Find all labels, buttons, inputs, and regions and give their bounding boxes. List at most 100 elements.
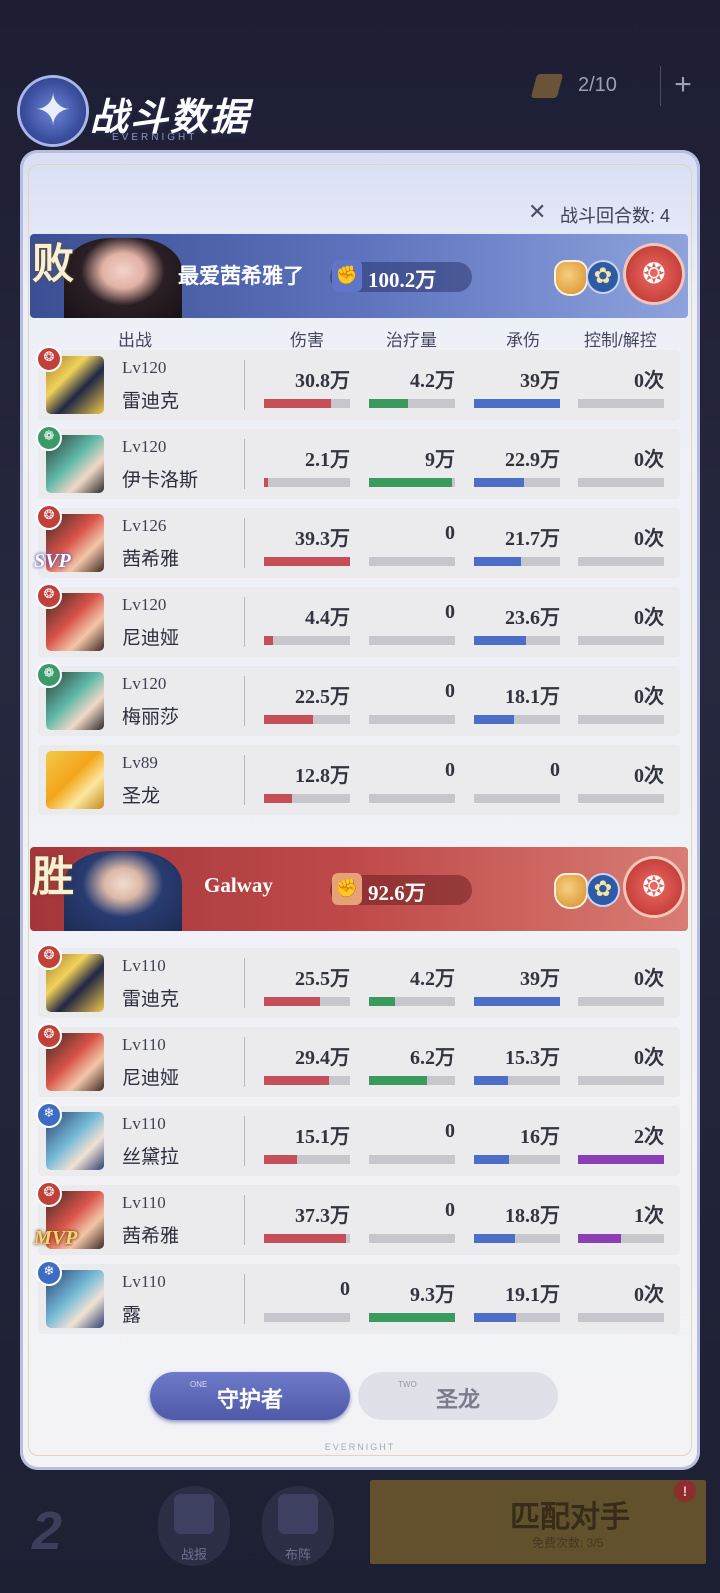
- add-ticket-button[interactable]: +: [660, 66, 705, 106]
- hero-row[interactable]: ❂ Lv120 雷迪克 30.8万 4.2万 39万 0次: [36, 346, 680, 420]
- heal-value: 0: [445, 522, 455, 544]
- damage-stat: 39.3万: [264, 520, 350, 566]
- tank-bar: [474, 636, 560, 645]
- damage-bar: [264, 1155, 350, 1164]
- damage-stat: 37.3万: [264, 1197, 350, 1243]
- hero-row[interactable]: Lv89 圣龙 12.8万 0 0 0次: [38, 745, 680, 815]
- tank-stat: 19.1万: [474, 1276, 560, 1322]
- tab-guardian[interactable]: ONE 守护者: [150, 1372, 350, 1420]
- heal-value: 4.2万: [410, 370, 455, 392]
- flower-icon[interactable]: ✿: [588, 262, 618, 292]
- control-stat: 0次: [578, 520, 664, 566]
- battle-report-button[interactable]: 战报: [158, 1486, 230, 1566]
- tank-value: 18.1万: [505, 686, 560, 708]
- jar-icon[interactable]: [556, 262, 586, 294]
- bottom-nav: 2 战报 布阵 匹配对手 免费次数: 3/5 !: [0, 1476, 720, 1593]
- control-stat: 0次: [578, 362, 664, 408]
- divider: [244, 676, 245, 726]
- mvp-badge: MVP: [34, 1227, 78, 1249]
- heal-stat: 0: [369, 757, 455, 803]
- control-bar: [578, 478, 664, 487]
- tank-value: 21.7万: [505, 528, 560, 550]
- tank-value: 22.9万: [505, 449, 560, 471]
- control-bar: [578, 557, 664, 566]
- tank-bar: [474, 1155, 560, 1164]
- hero-level: Lv120: [122, 674, 167, 693]
- heal-value: 0: [445, 601, 455, 623]
- grid-icon: [278, 1494, 318, 1534]
- hero-row[interactable]: ❂ Lv110 雷迪克 25.5万 4.2万 39万 0次: [36, 944, 680, 1018]
- tank-bar-fill: [474, 399, 560, 408]
- control-value: 0次: [634, 1047, 664, 1069]
- divider: [244, 1195, 245, 1245]
- svp-badge: SVP: [34, 550, 71, 572]
- heal-value: 0: [445, 680, 455, 702]
- hero-level: Lv89: [122, 753, 158, 772]
- tank-bar-fill: [474, 1076, 508, 1085]
- heal-bar: [369, 715, 455, 724]
- control-bar: [578, 794, 664, 803]
- hero-row[interactable]: ❂ Lv120 尼迪娅 4.4万 0 23.6万 0次: [36, 583, 680, 657]
- damage-stat: 4.4万: [264, 599, 350, 645]
- fire-faction-icon: ❂: [36, 583, 62, 609]
- control-bar: [578, 636, 664, 645]
- divider: [244, 518, 245, 568]
- col-header-control: 控制/解控: [584, 331, 657, 350]
- player-portrait: [64, 851, 182, 931]
- fire-faction-icon: ❂: [36, 1023, 62, 1049]
- hero-level: Lv110: [122, 1035, 166, 1054]
- flower-icon[interactable]: ✿: [588, 875, 618, 905]
- heal-value: 0: [445, 759, 455, 781]
- match-label: 匹配对手: [510, 1501, 630, 1534]
- col-header-tank: 承伤: [506, 331, 540, 350]
- fire-faction-icon: ❂: [626, 246, 682, 302]
- control-bar: [578, 1076, 664, 1085]
- fire-faction-icon: ❂: [36, 944, 62, 970]
- tab-label: 圣龙: [435, 1387, 480, 1412]
- fire-faction-icon: ❂: [36, 1181, 62, 1207]
- heal-bar: [369, 1313, 455, 1322]
- tank-value: 23.6万: [505, 607, 560, 629]
- power-pill: ✊ 100.2万: [330, 260, 472, 292]
- damage-stat: 15.1万: [264, 1118, 350, 1164]
- wind-faction-icon: ❁: [36, 662, 62, 688]
- hero-name: 雷迪克: [122, 989, 180, 1010]
- tab-dragon[interactable]: TWO 圣龙: [358, 1372, 558, 1420]
- divider: [244, 597, 245, 647]
- hero-level: Lv110: [122, 956, 166, 975]
- tank-stat: 23.6万: [474, 599, 560, 645]
- tank-value: 18.8万: [505, 1205, 560, 1227]
- jar-icon[interactable]: [556, 875, 586, 907]
- hero-row[interactable]: ❂ MVP Lv110 茜希雅 37.3万 0 18.8万 1次: [34, 1181, 680, 1255]
- hero-name: 梅丽莎: [122, 707, 180, 728]
- hero-row[interactable]: ❁ Lv120 梅丽莎 22.5万 0 18.1万 0次: [36, 662, 680, 736]
- heal-bar: [369, 1234, 455, 1243]
- ticket-bar: 2/10 +: [520, 66, 720, 106]
- damage-bar: [264, 715, 350, 724]
- control-stat: 0次: [578, 441, 664, 487]
- control-bar: [578, 1313, 664, 1322]
- damage-bar-fill: [264, 1155, 297, 1164]
- heal-value: 4.2万: [410, 968, 455, 990]
- fire-faction-icon: ❂: [36, 504, 62, 530]
- hero-row[interactable]: ❄ Lv110 露 0 9.3万 19.1万 0次: [36, 1260, 680, 1334]
- control-value: 0次: [634, 528, 664, 550]
- hero-row[interactable]: ❁ Lv120 伊卡洛斯 2.1万 9万 22.9万 0次: [36, 425, 680, 499]
- control-bar: [578, 1155, 664, 1164]
- tank-stat: 39万: [474, 960, 560, 1006]
- hero-avatar: [46, 751, 104, 809]
- report-icon: [174, 1494, 214, 1534]
- heal-value: 0: [445, 1120, 455, 1142]
- heal-stat: 6.2万: [369, 1039, 455, 1085]
- heal-bar: [369, 1076, 455, 1085]
- hero-row[interactable]: ❂ Lv110 尼迪娅 29.4万 6.2万 15.3万 0次: [36, 1023, 680, 1097]
- hero-row[interactable]: ❄ Lv110 丝黛拉 15.1万 0 16万 2次: [36, 1102, 680, 1176]
- heal-bar-fill: [369, 997, 395, 1006]
- divider: [244, 360, 245, 410]
- control-stat: 0次: [578, 678, 664, 724]
- hero-row[interactable]: ❂ SVP Lv126 茜希雅 39.3万 0 21.7万 0次: [34, 504, 680, 578]
- damage-value: 0: [340, 1278, 350, 1300]
- match-opponent-button[interactable]: 匹配对手 免费次数: 3/5: [370, 1480, 706, 1564]
- lineup-button[interactable]: 布阵: [262, 1486, 334, 1566]
- player-portrait: [64, 238, 182, 318]
